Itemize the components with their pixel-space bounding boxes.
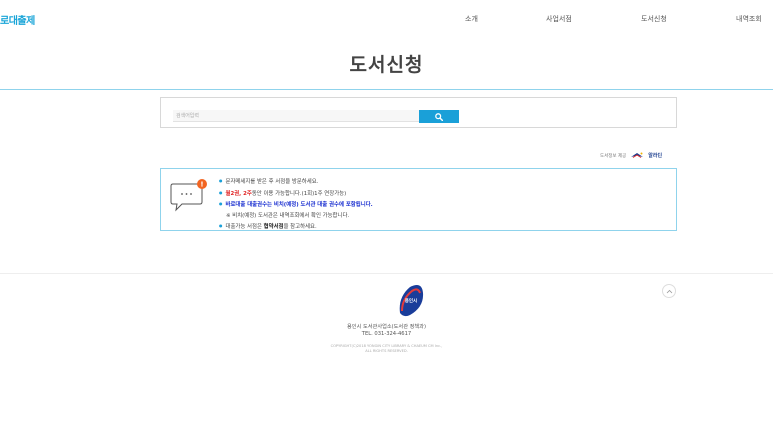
search-input[interactable] xyxy=(173,110,419,122)
nav-item-bookstores[interactable]: 사업서점 xyxy=(546,14,572,24)
notice-box: ! 문자메세지를 받은 후 서점을 방문하세요. 월2권, 2주동안 이용 가능… xyxy=(160,168,677,231)
book-info-provider: 도서정보 제공 알라딘 xyxy=(600,152,662,159)
footer-logo-text: 용인시 xyxy=(405,297,417,304)
chevron-up-icon xyxy=(666,289,672,293)
notice-item: 월2권, 2주동안 이용 가능합니다.(1회)1주 연장가능) xyxy=(219,188,373,200)
chat-bubble-icon: ! xyxy=(170,179,207,212)
footer: 용인시 용인시 도서관사업소(도서관 정책과) TEL. 031-324-461… xyxy=(0,273,773,427)
scroll-top-button[interactable] xyxy=(662,284,676,298)
notice-badge: ! xyxy=(200,181,203,189)
footer-rights: ALL RIGHTS RESERVED. xyxy=(365,349,408,353)
site-logo[interactable]: 로대출제 xyxy=(0,12,35,27)
notice-text: 을 참고하세요. xyxy=(283,224,317,230)
title-band: 도서신청 xyxy=(0,38,773,90)
notice-highlight: 월2권, 2주 xyxy=(225,190,252,197)
page-title: 도서신청 xyxy=(349,54,424,76)
notice-item: ※ 비치(예정) 도서관은 내역조회에서 확인 가능합니다. xyxy=(219,211,373,222)
nav-item-book-request[interactable]: 도서신청 xyxy=(641,14,667,24)
notice-item: 대출가능 서점은 협약서점을 참고하세요. xyxy=(219,221,373,233)
footer-tel: TEL. 031-324-4617 xyxy=(361,331,412,337)
footer-org: 용인시 도서관사업소(도서관 정책과) xyxy=(347,324,426,330)
provider-label: 도서정보 제공 xyxy=(600,153,627,159)
top-nav: 로대출제 소개 사업서점 도서신청 내역조회 xyxy=(0,0,773,38)
notice-text: ※ 비치(예정) 도서관은 내역조회에서 확인 가능합니다. xyxy=(226,212,350,219)
notice-text: 동안 이용 가능합니다.(1회)1주 연장가능) xyxy=(251,190,347,197)
nav-item-intro[interactable]: 소개 xyxy=(465,14,478,24)
yongin-city-logo-icon: 용인시 xyxy=(399,285,424,317)
nav-item-history[interactable]: 내역조회 xyxy=(736,14,762,24)
notice-item: 바로대출 대출권수는 비치(예정) 도서관 대출 권수에 포함됩니다. xyxy=(219,199,373,211)
provider-brand[interactable]: 알라딘 xyxy=(648,152,662,159)
notice-list: 문자메세지를 받은 후 서점을 방문하세요. 월2권, 2주동안 이용 가능합니… xyxy=(219,176,373,233)
search-panel xyxy=(160,97,677,128)
notice-highlight: 바로대출 대출권수는 비치(예정) 도서관 대출 권수에 포함됩니다. xyxy=(225,202,373,208)
notice-text: 문자메세지를 받은 후 서점을 방문하세요. xyxy=(225,179,319,185)
search-icon xyxy=(435,112,443,121)
notice-item: 문자메세지를 받은 후 서점을 방문하세요. xyxy=(219,176,373,188)
search-button[interactable] xyxy=(419,110,459,123)
partner-bookstore-text: 협약서점 xyxy=(263,224,284,230)
notice-text: 대출가능 서점은 xyxy=(225,224,264,230)
aladin-logo-icon xyxy=(631,152,644,158)
